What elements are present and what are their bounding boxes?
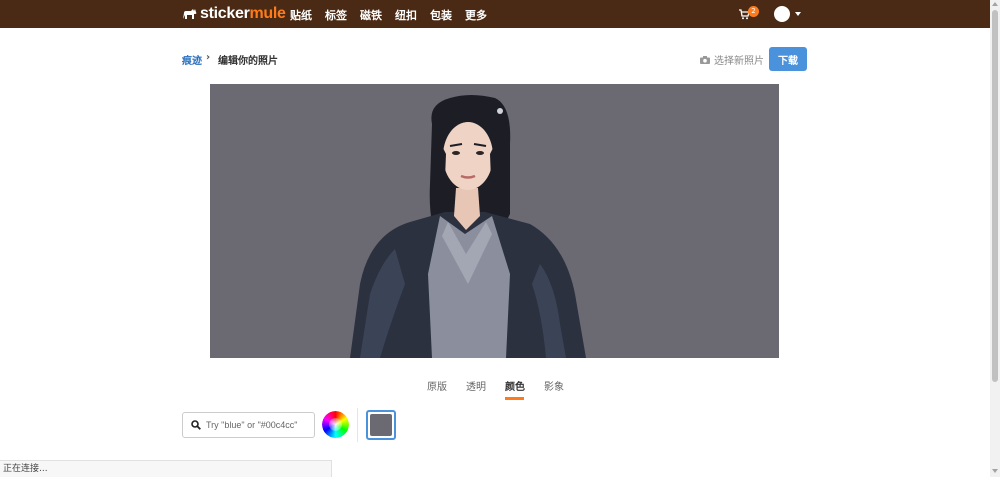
choose-new-photo-label: 选择新照片 (714, 56, 764, 67)
cart-count-badge: 2 (748, 6, 759, 17)
scroll-up-arrow-icon[interactable] (992, 2, 998, 6)
nav-item-packaging[interactable]: 包装 (430, 7, 452, 23)
nav-item-buttons[interactable]: 纽扣 (395, 7, 417, 23)
color-search-box[interactable] (182, 412, 315, 438)
logo-text-accent: mule (249, 5, 286, 22)
cart-button[interactable]: 2 (739, 6, 759, 23)
download-button[interactable]: 下载 (769, 47, 807, 71)
logo-text-main: sticker (200, 5, 250, 22)
active-tab-indicator (505, 397, 524, 400)
chevron-right-icon: › (206, 52, 211, 63)
tab-shadow[interactable]: 影象 (544, 378, 564, 393)
search-icon (191, 420, 201, 430)
selected-color-swatch[interactable] (366, 410, 396, 440)
selected-color-fill (370, 414, 392, 436)
tab-transparent[interactable]: 透明 (466, 378, 486, 393)
scroll-down-arrow-icon[interactable] (992, 469, 998, 473)
nav-item-magnets[interactable]: 磁铁 (360, 7, 382, 23)
chevron-down-icon[interactable] (795, 12, 801, 16)
tab-original[interactable]: 原版 (427, 378, 447, 393)
page-scrollbar[interactable] (990, 0, 1000, 477)
person-photo (350, 95, 586, 358)
browser-status-bar: 正在连接... (0, 460, 332, 477)
tab-color[interactable]: 颜色 (505, 378, 525, 393)
mule-logo-icon (183, 8, 197, 19)
nav-item-labels[interactable]: 标签 (325, 7, 347, 23)
color-search-input[interactable] (206, 413, 310, 437)
stickermule-logo[interactable]: stickermule (182, 5, 286, 22)
top-navbar: stickermule 贴纸 标签 磁铁 纽扣 包装 更多 2 (0, 0, 990, 28)
page-title: 编辑你的照片 (218, 56, 278, 67)
camera-icon (700, 55, 710, 64)
scrollbar-thumb[interactable] (992, 10, 998, 382)
user-avatar[interactable] (774, 6, 790, 22)
divider (357, 408, 358, 442)
color-wheel-button[interactable] (322, 411, 349, 438)
color-wheel-center (329, 418, 342, 431)
breadcrumb-link[interactable]: 痕迹 (182, 52, 202, 67)
choose-new-photo-button[interactable]: 选择新照片 (700, 52, 764, 67)
nav-item-stickers[interactable]: 贴纸 (290, 7, 312, 23)
nav-item-more[interactable]: 更多 (465, 7, 487, 23)
photo-preview (210, 84, 779, 358)
